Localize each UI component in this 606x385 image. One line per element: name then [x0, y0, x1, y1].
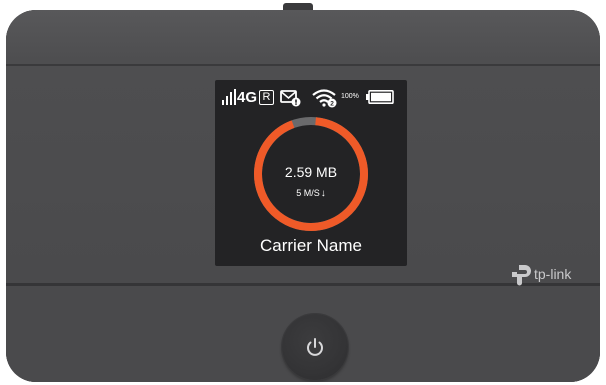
tp-link-logo-icon: [512, 265, 531, 286]
svg-text:2: 2: [330, 101, 334, 108]
status-bar: 4G R 2 100%: [215, 88, 407, 108]
arrow-down-icon: ↓: [320, 188, 326, 199]
power-button[interactable]: [282, 314, 348, 380]
roaming-indicator: R: [259, 90, 274, 105]
carrier-name: Carrier Name: [259, 236, 363, 255]
message-icon: [280, 90, 301, 107]
battery-percent: 100%: [341, 93, 359, 100]
device-top-seam: [6, 64, 600, 66]
data-usage-value: 2.59 MB: [284, 164, 338, 180]
speed-value: 5 M/S: [296, 188, 320, 198]
wifi-icon: 2: [312, 89, 337, 108]
device-stage: 4G R 2 100% 2.59 MB 5 M/S↓ Carrier Name …: [0, 0, 606, 385]
speed-row: 5 M/S↓: [215, 188, 407, 199]
network-type-label: 4G: [237, 89, 258, 106]
power-icon: [307, 338, 323, 356]
brand-text: tp-link: [534, 266, 572, 282]
brand-logo: tp-link: [511, 262, 600, 286]
mobile-hotspot-device: 4G R 2 100% 2.59 MB 5 M/S↓ Carrier Name …: [6, 10, 600, 382]
signal-bars-icon: [222, 89, 236, 105]
battery-full-icon: [366, 90, 394, 104]
device-screen: 4G R 2 100% 2.59 MB 5 M/S↓ Carrier Name: [215, 80, 407, 266]
